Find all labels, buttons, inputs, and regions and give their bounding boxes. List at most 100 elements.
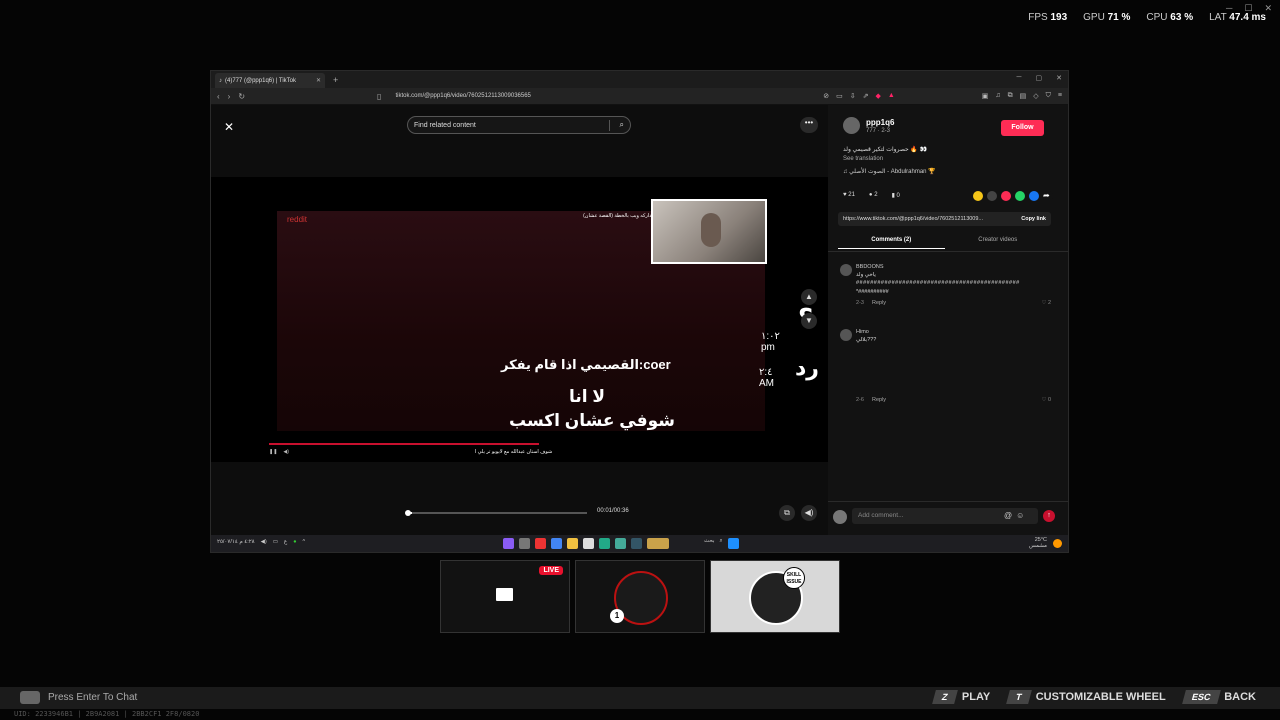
language-icon[interactable]: ع	[284, 539, 287, 545]
steam-icon[interactable]	[631, 538, 642, 549]
see-translation-link[interactable]: See translation	[843, 156, 883, 162]
username[interactable]: ppp1q6	[866, 118, 894, 127]
video-reply-text: رد	[795, 355, 819, 380]
extensions-icon[interactable]: ⧉	[1008, 92, 1013, 100]
follow-button[interactable]: Follow	[1001, 120, 1044, 136]
close-video-icon[interactable]: ✕	[224, 120, 234, 134]
reader-icon[interactable]: ⊘	[823, 92, 829, 100]
address-bar[interactable]: tiktok.com/@ppp1q6/video/760251211300903…	[395, 93, 530, 99]
share-arrow-icon[interactable]: ➦	[1043, 191, 1053, 201]
wheel-hint[interactable]: T CUSTOMIZABLE WHEEL	[1006, 690, 1166, 704]
close-icon[interactable]: ✕	[1056, 74, 1062, 82]
facebook-icon[interactable]	[1029, 191, 1039, 201]
shield-icon[interactable]: ⛉	[1046, 92, 1051, 100]
download-icon[interactable]: ⇩	[850, 92, 856, 100]
app-icon[interactable]	[503, 538, 514, 549]
browser-tab[interactable]: ♪ (4)777 (@ppp1q6) | TikTok ✕	[215, 73, 325, 88]
music-credit[interactable]: ♫ الصوت الأصلي - Abdulrahman 🏆	[843, 168, 936, 175]
emoji-share-icon[interactable]	[973, 191, 983, 201]
sun-icon[interactable]	[1053, 538, 1062, 548]
previous-video-button[interactable]: ▲	[801, 289, 817, 305]
tab-comments[interactable]: Comments (2)	[838, 237, 945, 249]
save-stat[interactable]: ▮ 0	[892, 192, 900, 199]
mic-icon[interactable]: ●	[293, 539, 296, 545]
avatar[interactable]	[843, 117, 860, 134]
repost-icon[interactable]	[1001, 191, 1011, 201]
play-hint[interactable]: Z PLAY	[932, 690, 990, 704]
comment-icon: ●	[868, 192, 873, 198]
search-icon[interactable]: ⌕	[719, 538, 722, 549]
minimize-icon[interactable]: ─	[1017, 74, 1022, 82]
whatsapp-icon[interactable]	[1015, 191, 1025, 201]
reply-button[interactable]: Reply	[872, 397, 886, 403]
app-icon[interactable]	[615, 538, 626, 549]
copy-link-button[interactable]: Copy link	[1021, 216, 1046, 222]
video-progress-bar[interactable]	[405, 510, 587, 516]
volume-button[interactable]: ◀)	[801, 505, 817, 521]
music-icon[interactable]: ♫	[995, 92, 1000, 100]
comment-like[interactable]: ♡ 2	[1041, 300, 1051, 306]
store-icon[interactable]	[583, 538, 594, 549]
app-icon[interactable]	[647, 538, 669, 549]
emoji-icon[interactable]: ☺	[1016, 511, 1024, 520]
brave-icon[interactable]	[535, 538, 546, 549]
comment-stat[interactable]: ● 2	[869, 192, 878, 199]
app-icon[interactable]	[519, 538, 530, 549]
screen-icon[interactable]: ▭	[836, 92, 843, 100]
scene-thumbnail-1[interactable]: LIVE	[440, 560, 570, 633]
taskbar-search[interactable]: بحث	[704, 538, 714, 549]
reply-button[interactable]: Reply	[872, 300, 886, 306]
maximize-icon[interactable]: ☐	[1244, 3, 1252, 14]
comment-bar: Add comment... @ ☺ ↑	[828, 501, 1068, 527]
close-icon[interactable]: ✕	[1264, 3, 1272, 14]
progress-handle[interactable]	[405, 510, 411, 516]
chrome-icon[interactable]	[551, 538, 562, 549]
chevron-up-icon[interactable]: ^	[303, 539, 306, 545]
embed-icon[interactable]	[987, 191, 997, 201]
app-icon[interactable]	[599, 538, 610, 549]
chat-prompt[interactable]: Press Enter To Chat	[20, 691, 137, 704]
windows-start-icon[interactable]	[727, 538, 739, 549]
comment-like[interactable]: ♡ 0	[1041, 397, 1051, 403]
rewards-icon[interactable]: ▲	[888, 92, 895, 100]
vpn-icon[interactable]: ◇	[1033, 92, 1038, 100]
commenter-avatar[interactable]	[840, 264, 852, 276]
reload-icon[interactable]: ↻	[238, 92, 245, 101]
network-icon[interactable]: ▭	[273, 539, 278, 545]
commenter-name[interactable]: BBDOONS	[856, 264, 884, 270]
send-button[interactable]: ↑	[1043, 510, 1055, 522]
comment-text: ياخي ولد	[856, 272, 876, 278]
share-icon[interactable]: ⇗	[863, 92, 869, 100]
scene-thumbnail-2[interactable]: 1	[575, 560, 705, 633]
bookmark-icon[interactable]: ▯	[377, 92, 381, 101]
like-stat[interactable]: ♥ 21	[843, 192, 855, 199]
tab-creator-videos[interactable]: Creator videos	[945, 237, 1052, 249]
minimize-icon[interactable]: ─	[1226, 3, 1232, 14]
new-tab-button[interactable]: +	[333, 75, 338, 85]
sidebar-icon[interactable]: ▣	[982, 92, 989, 100]
pip-button[interactable]: ⧉	[779, 505, 795, 521]
more-options-button[interactable]: •••	[800, 117, 818, 133]
maximize-icon[interactable]: ▢	[1036, 74, 1043, 82]
back-icon[interactable]: ‹	[217, 92, 220, 101]
video-frame[interactable]: reddit اعلان لايويو الذي قد الي الداركه …	[211, 177, 828, 462]
comment-item: Himo بلالي??? 2-6 Reply ♡ 0	[840, 329, 1055, 409]
search-placeholder: Find related content	[414, 121, 476, 129]
mention-icon[interactable]: @	[1004, 511, 1012, 520]
commenter-avatar[interactable]	[840, 329, 852, 341]
folder-icon[interactable]	[567, 538, 578, 549]
search-icon[interactable]: ⌕	[620, 120, 624, 130]
taskbar-tray-left: ٤:٢٨ م ٢٥/٠٧/١٤ ◀) ▭ ع ● ^	[217, 539, 305, 545]
volume-icon[interactable]: ◀)	[261, 539, 267, 545]
back-hint[interactable]: ESC BACK	[1181, 690, 1256, 704]
scene-thumbnail-3[interactable]: SKILL ISSUE	[710, 560, 840, 633]
search-input[interactable]: Find related content ⌕	[407, 116, 631, 134]
menu-icon[interactable]: ≡	[1058, 92, 1062, 100]
next-video-button[interactable]: ▼	[801, 313, 817, 329]
forward-icon[interactable]: ›	[228, 92, 231, 101]
brave-shield-icon[interactable]: ◆	[875, 92, 880, 100]
details-panel: ppp1q6 777 · 2-3 Follow حصروات لتكير قصي…	[828, 105, 1068, 537]
tab-close-icon[interactable]: ✕	[316, 77, 321, 84]
commenter-name[interactable]: Himo	[856, 329, 869, 335]
wallet-icon[interactable]: ▤	[1020, 92, 1027, 100]
